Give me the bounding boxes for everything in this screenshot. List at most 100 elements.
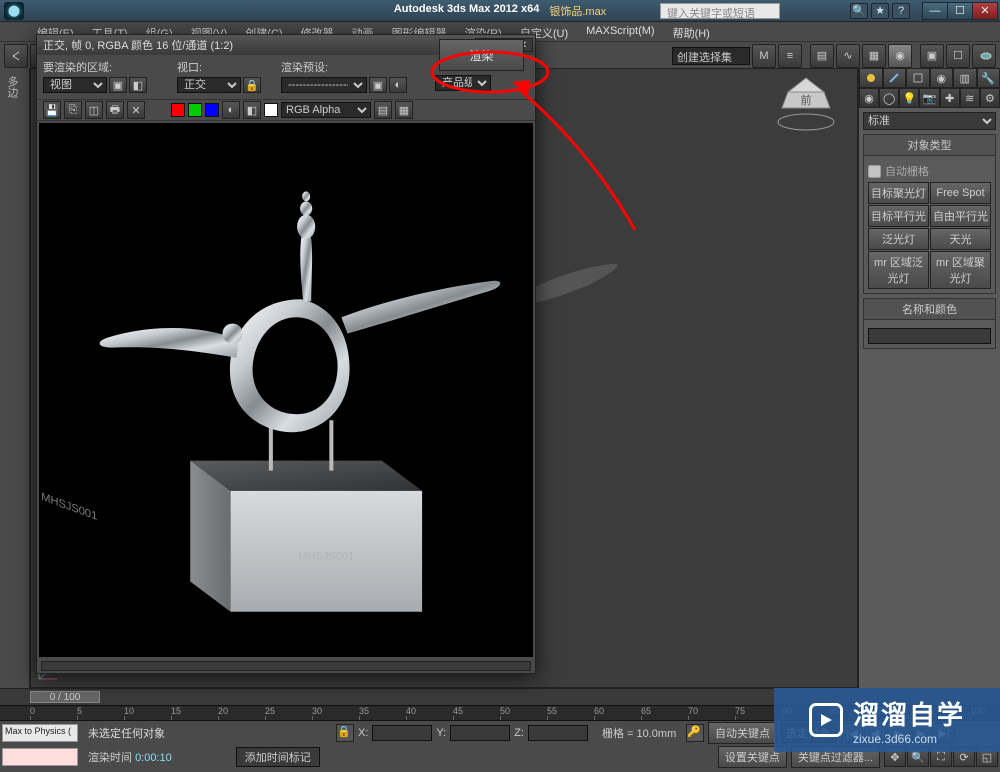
ruler-tick: 35 (359, 706, 369, 716)
grid-readout: 栅格 = 10.0mm (592, 725, 682, 741)
channel-blue[interactable] (205, 103, 219, 117)
btn-omni[interactable]: 泛光灯 (868, 228, 929, 250)
ruler-tick: 0 (30, 706, 35, 716)
viewcube[interactable]: 前 (766, 64, 846, 144)
z-input[interactable] (528, 725, 588, 741)
clone-window-button[interactable]: ◫ (85, 101, 103, 119)
subtab-geometry[interactable]: ◉ (859, 88, 879, 108)
rollout-title[interactable]: 对象类型 (864, 135, 995, 156)
selection-set-dropdown[interactable]: 创建选择集 (672, 47, 750, 65)
btn-mr-area-omni[interactable]: mr 区域泛光灯 (868, 251, 929, 289)
render-scrollbar[interactable] (41, 661, 531, 671)
watermark-url: zixue.3d66.com (853, 732, 965, 746)
channel-green[interactable] (188, 103, 202, 117)
render-setup-shortcut[interactable]: ▣ (369, 77, 387, 93)
render-production-button[interactable] (972, 44, 996, 68)
render-viewport-dropdown[interactable]: 正交 (177, 77, 241, 93)
app-logo-icon[interactable]: ⬤ (4, 2, 24, 20)
autokey-button[interactable]: 自动关键点 (708, 722, 777, 744)
qat-btn[interactable]: 🔍 (850, 3, 868, 19)
save-image-button[interactable]: 💾 (43, 101, 61, 119)
time-slider-handle[interactable]: 0 / 100 (30, 691, 100, 703)
tab-create[interactable] (859, 68, 883, 88)
channel-dropdown[interactable]: RGB Alpha (281, 102, 371, 118)
ruler-tick: 70 (688, 706, 698, 716)
add-time-tag-button[interactable]: 添加时间标记 (236, 747, 320, 767)
lock-viewport-button[interactable]: 🔒 (243, 77, 261, 93)
app-title: Autodesk 3ds Max 2012 x64 (394, 3, 540, 19)
alpha-toggle[interactable]: ◐ (222, 101, 240, 119)
subtab-spacewarps[interactable]: ≋ (960, 88, 980, 108)
render-setup-button[interactable]: ▣ (920, 44, 944, 68)
y-input[interactable] (450, 725, 510, 741)
btn-skylight[interactable]: 天光 (930, 228, 991, 250)
rendered-frame-button[interactable]: ☐ (946, 44, 970, 68)
maximize-button[interactable]: ☐ (947, 2, 973, 20)
lock-selection-button[interactable]: 🔒 (336, 724, 354, 742)
auto-region-button[interactable]: ◧ (129, 77, 147, 93)
subtab-lights[interactable]: 💡 (899, 88, 919, 108)
clear-image-button[interactable]: ✕ (127, 101, 145, 119)
ruler-tick: 15 (171, 706, 181, 716)
subtab-systems[interactable]: ⚙ (980, 88, 1000, 108)
ruler-tick: 20 (218, 706, 228, 716)
btn-target-direct[interactable]: 目标平行光 (868, 205, 929, 227)
subtab-shapes[interactable]: ◯ (879, 88, 899, 108)
key-mode-button[interactable]: 🔑 (686, 724, 704, 742)
object-name-input[interactable] (868, 328, 991, 344)
render-preset-dropdown[interactable]: ----------------- (281, 77, 367, 93)
maxscript-mini-listener[interactable] (2, 748, 78, 766)
btn-target-spot[interactable]: 目标聚光灯 (868, 182, 929, 204)
render-area-dropdown[interactable]: 视图 (43, 77, 107, 93)
command-panel-tabs: ◉ ▥ 🔧 (859, 68, 1000, 88)
rollout-title[interactable]: 名称和颜色 (864, 299, 995, 320)
left-tab-polygon[interactable]: 多边 (0, 68, 24, 106)
light-category-dropdown[interactable]: 标准 (863, 112, 996, 130)
schematic-view-button[interactable]: ▦ (862, 44, 886, 68)
minimize-button[interactable]: — (922, 2, 948, 20)
rollout-name-color: 名称和颜色 (863, 298, 996, 349)
render-button[interactable]: 渲染 (439, 39, 524, 71)
tab-modify[interactable] (883, 68, 907, 88)
tab-utilities[interactable]: 🔧 (977, 68, 1000, 88)
channel-red[interactable] (171, 103, 185, 117)
tab-hierarchy[interactable] (906, 68, 930, 88)
material-editor-button[interactable]: ◉ (888, 44, 912, 68)
tab-display[interactable]: ▥ (953, 68, 977, 88)
ruler-tick: 25 (265, 706, 275, 716)
qat-btn[interactable]: ★ (871, 3, 889, 19)
subtab-helpers[interactable]: ✚ (940, 88, 960, 108)
rendered-frame-window: 正交, 帧 0, RGBA 颜色 16 位/通道 (1:2) — ☐ ✕ 要渲染… (36, 34, 536, 674)
render-image-toolbar: 💾 ⎘ ◫ 🖶 ✕ ◐ ◧ RGB Alpha ▤ ▦ (37, 99, 535, 121)
qat-btn[interactable]: ? (892, 3, 910, 19)
btn-free-spot[interactable]: Free Spot (930, 182, 991, 204)
production-iterative-dropdown[interactable]: 产品级... (435, 75, 491, 91)
btn-free-direct[interactable]: 自由平行光 (930, 205, 991, 227)
x-label: X: (358, 727, 368, 739)
btn-mr-area-spot[interactable]: mr 区域聚光灯 (930, 251, 991, 289)
rendered-image[interactable]: MHSJS001 MHSJS001 (39, 123, 533, 657)
mono-toggle[interactable]: ◧ (243, 101, 261, 119)
close-button[interactable]: ✕ (972, 2, 998, 20)
left-tab-strip: 多边 (0, 68, 30, 688)
toggle-ui-button[interactable]: ▦ (395, 101, 413, 119)
edit-region-button[interactable]: ▣ (109, 77, 127, 93)
toggle-overlay-button[interactable]: ▤ (374, 101, 392, 119)
menu-maxscript[interactable]: MAXScript(M) (577, 22, 663, 41)
help-search-input[interactable]: 键入关键字或短语 (660, 3, 780, 19)
svg-text:MHSJS001: MHSJS001 (298, 550, 354, 562)
environment-shortcut[interactable]: ◐ (389, 77, 407, 93)
autogrid-label: 自动栅格 (885, 163, 929, 179)
subtab-cameras[interactable]: 📷 (919, 88, 939, 108)
copy-image-button[interactable]: ⎘ (64, 101, 82, 119)
render-controls-panel: 要渲染的区域: 视图 ▣ ◧ 视口: 正交 🔒 渲染预设: ----------… (37, 55, 535, 99)
menu-help[interactable]: 帮助(H) (664, 22, 719, 41)
undo-button[interactable] (4, 44, 28, 68)
print-image-button[interactable]: 🖶 (106, 101, 124, 119)
tab-motion[interactable]: ◉ (930, 68, 954, 88)
ruler-tick: 50 (500, 706, 510, 716)
x-input[interactable] (372, 725, 432, 741)
prompt-line: 未选定任何对象 (82, 725, 332, 741)
channel-rgb[interactable] (264, 103, 278, 117)
maxscript-listener[interactable]: Max to Physics ( (2, 724, 78, 742)
